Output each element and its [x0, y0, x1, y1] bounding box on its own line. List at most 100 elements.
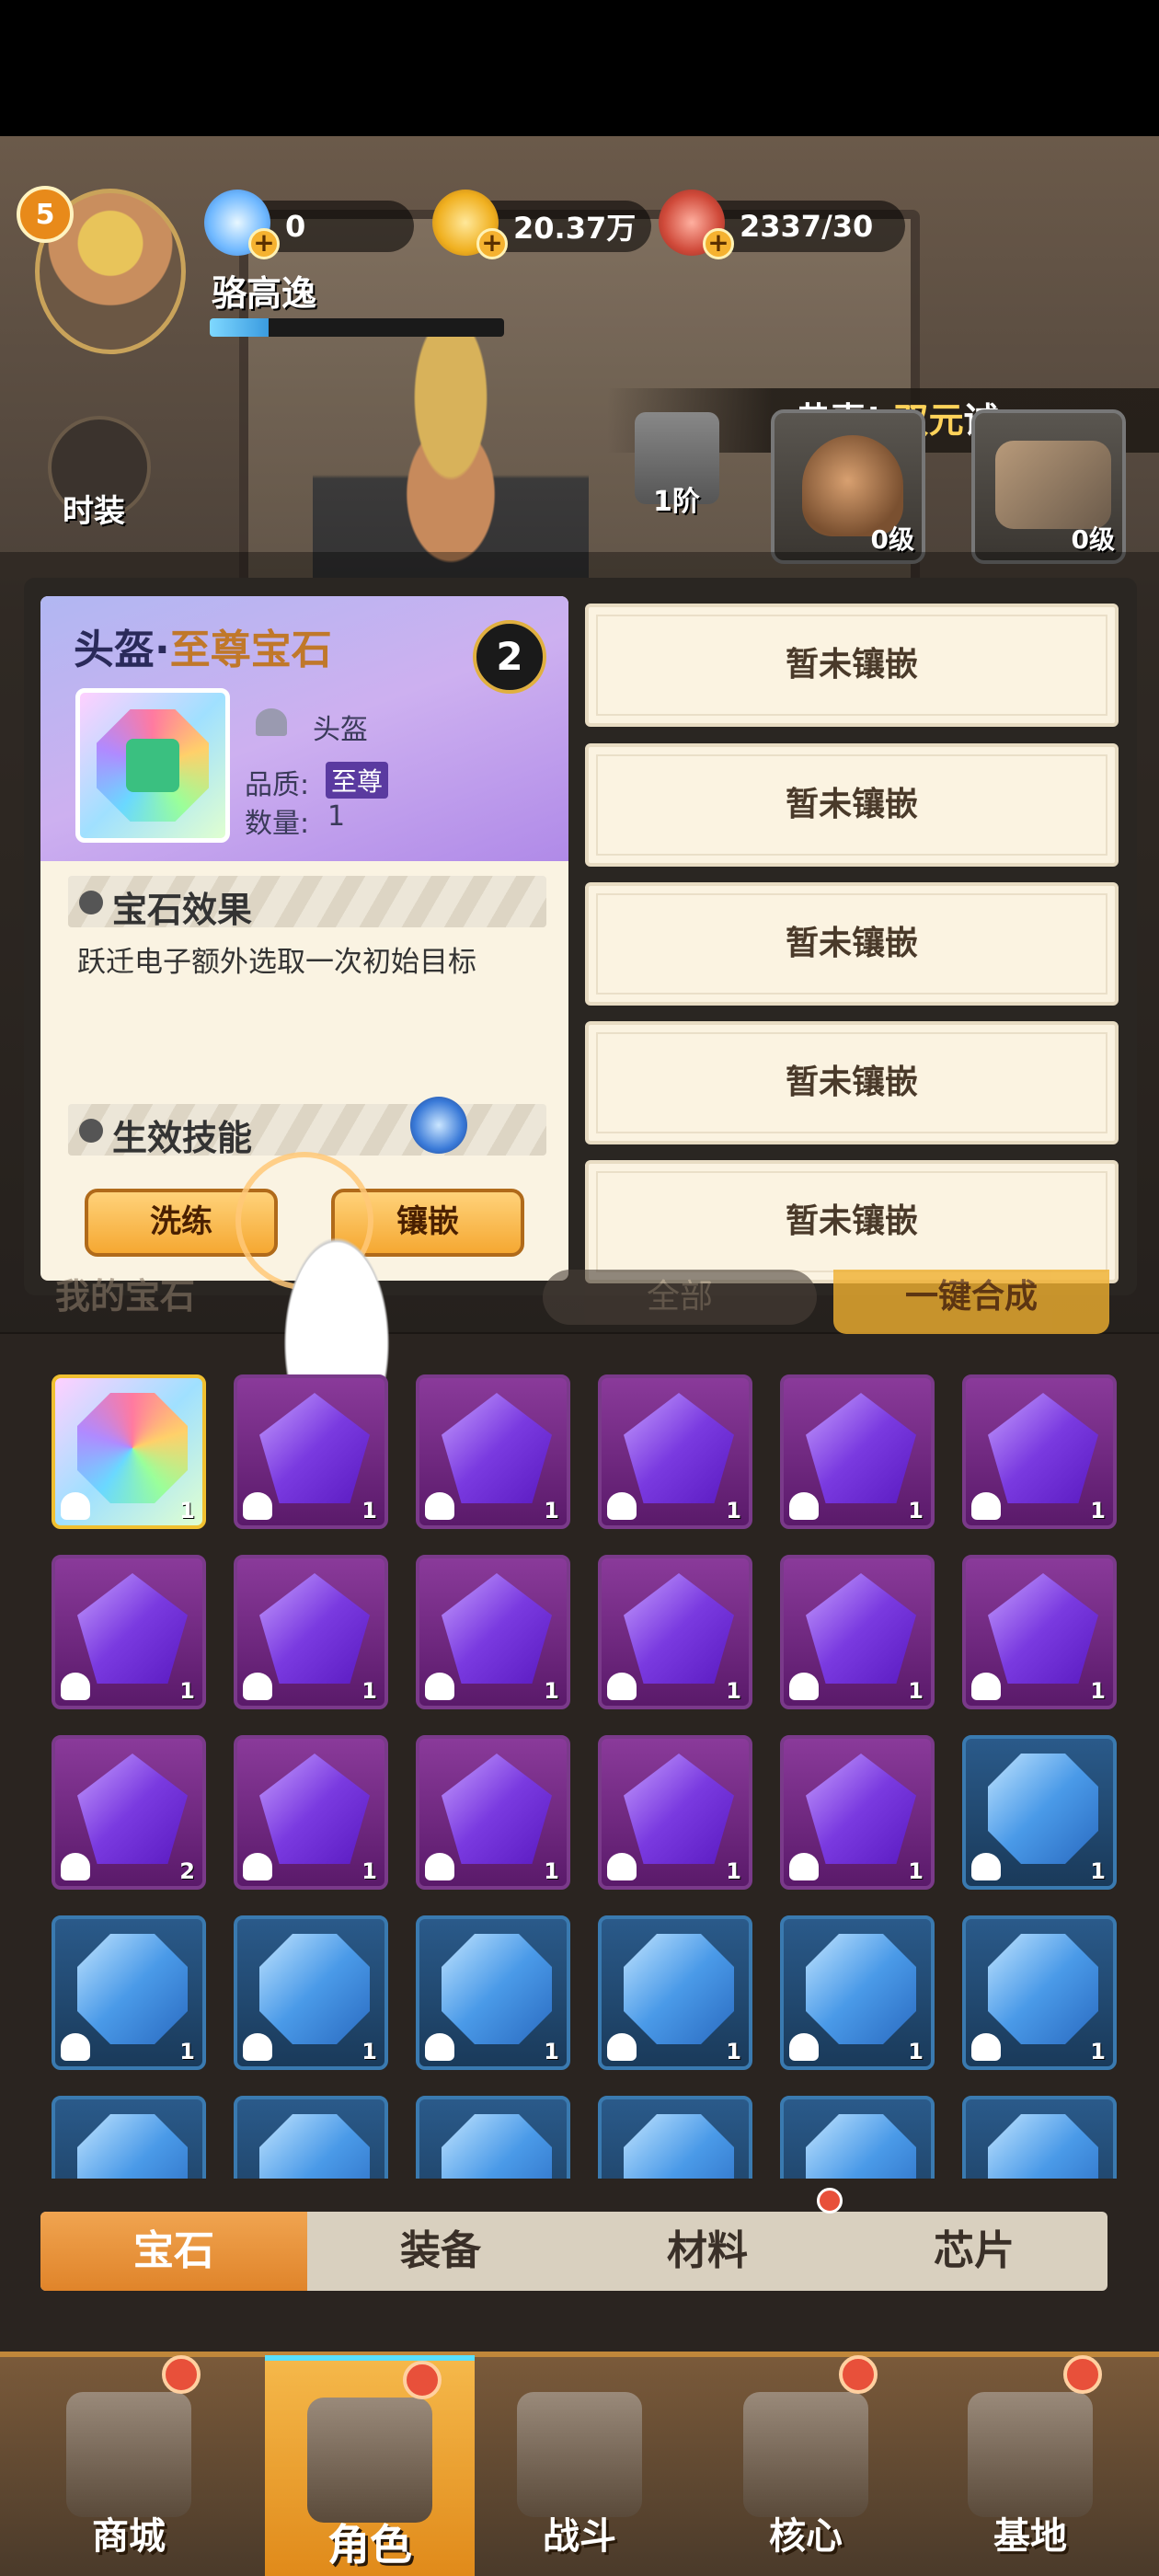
gem-cell[interactable]: 1 — [234, 1555, 388, 1709]
gem-count: 1 — [544, 1858, 559, 1884]
helmet-icon — [61, 1492, 90, 1520]
gem-cell[interactable]: 1 — [962, 1555, 1117, 1709]
bag-title: 我的宝石 — [55, 1276, 196, 1317]
helmet-icon — [243, 1492, 272, 1520]
gem-cell[interactable] — [234, 2096, 388, 2179]
gem-count: 1 — [908, 1678, 924, 1704]
gem-cell[interactable]: 1 — [52, 1374, 206, 1529]
gem-cell[interactable]: 1 — [962, 1915, 1117, 2070]
core-icon — [743, 2392, 868, 2517]
gem-cell[interactable]: 1 — [962, 1374, 1117, 1529]
purple-gem-icon — [806, 1573, 916, 1684]
gem-cell[interactable] — [416, 2096, 570, 2179]
gem-count: 1 — [726, 1858, 741, 1884]
gem-cell[interactable]: 1 — [780, 1735, 935, 1890]
notification-dot — [817, 2188, 843, 2214]
gem-cell[interactable]: 1 — [52, 1915, 206, 2070]
xp-bar-fill — [210, 318, 269, 337]
bullet-icon — [79, 1119, 103, 1143]
socket-slot[interactable]: 暂未镶嵌 — [585, 1021, 1119, 1144]
effect-heading: 宝石效果 — [112, 890, 253, 930]
gem-count: 1 — [1090, 1678, 1106, 1704]
helmet-icon — [607, 2033, 637, 2061]
purple-gem-icon — [442, 1754, 552, 1864]
one-key-merge-button[interactable]: 一键合成 — [833, 1270, 1109, 1334]
tab-chips[interactable]: 芯片 — [841, 2212, 1107, 2291]
xp-bar — [210, 318, 504, 337]
stamina-counter: + 2337/30 — [659, 190, 905, 259]
effect-description: 跃迁电子额外选取一次初始目标 — [77, 946, 476, 979]
gem-cell[interactable]: 1 — [234, 1374, 388, 1529]
gem-cell[interactable] — [598, 2096, 752, 2179]
bullet-icon — [79, 891, 103, 914]
gem-cell[interactable]: 2 — [52, 1735, 206, 1890]
gem-cell[interactable]: 1 — [52, 1555, 206, 1709]
gem-cell[interactable] — [52, 2096, 206, 2179]
gem-cell[interactable]: 1 — [234, 1915, 388, 2070]
gem-cell[interactable]: 1 — [416, 1735, 570, 1890]
nav-base[interactable]: 基地 — [925, 2355, 1135, 2576]
gem-cell[interactable]: 1 — [234, 1735, 388, 1890]
boots-icon — [995, 441, 1111, 529]
gem-cell[interactable]: 1 — [962, 1735, 1117, 1890]
skill-section-header: 生效技能 — [68, 1104, 546, 1158]
skill-heading: 生效技能 — [112, 1118, 253, 1158]
quantity-value: 1 — [327, 800, 346, 833]
gem-cell[interactable]: 1 — [416, 1374, 570, 1529]
nav-label: 基地 — [993, 2515, 1067, 2558]
socket-slot[interactable]: 暂未镶嵌 — [585, 882, 1119, 1006]
gem-cell[interactable]: 1 — [780, 1374, 935, 1529]
gem-cell[interactable]: 1 — [598, 1735, 752, 1890]
tab-materials[interactable]: 材料 — [574, 2212, 841, 2291]
nav-shop[interactable]: 商城 — [24, 2355, 234, 2576]
gem-count: 1 — [361, 1678, 377, 1704]
quality-value: 至尊 — [326, 762, 389, 799]
equip-slot-boots[interactable]: 0级 — [971, 409, 1126, 564]
lightning-skill-icon[interactable] — [410, 1097, 467, 1154]
blue-gem-icon — [806, 1934, 916, 2044]
nav-character[interactable]: 角色 — [265, 2355, 475, 2576]
gem-cell[interactable]: 1 — [780, 1915, 935, 2070]
socket-slot[interactable]: 暂未镶嵌 — [585, 743, 1119, 867]
gem-cell[interactable]: 1 — [780, 1555, 935, 1709]
socket-slot[interactable]: 暂未镶嵌 — [585, 604, 1119, 727]
gem-count: 1 — [1090, 1858, 1106, 1884]
gem-cell[interactable]: 1 — [598, 1555, 752, 1709]
blue-gem-icon — [77, 1934, 188, 2044]
gem-count: 1 — [544, 1678, 559, 1704]
weapon-icon — [789, 1673, 819, 1700]
gem-cell[interactable]: 1 — [598, 1374, 752, 1529]
nav-battle[interactable]: 战斗 — [475, 2355, 684, 2576]
helmet-icon — [971, 1853, 1001, 1880]
gem-count: 1 — [908, 1858, 924, 1884]
nav-label: 商城 — [92, 2515, 166, 2558]
gem-cell[interactable] — [780, 2096, 935, 2179]
crossed-guns-icon — [517, 2392, 642, 2517]
purple-gem-icon — [442, 1393, 552, 1503]
add-diamond-button[interactable]: + — [248, 228, 280, 259]
rainbow-gem-icon — [97, 709, 209, 822]
blue-gem-icon — [988, 1934, 1098, 2044]
armor-icon — [789, 1492, 819, 1520]
socket-slot[interactable]: 暂未镶嵌 — [585, 1160, 1119, 1283]
gem-count: 1 — [908, 1498, 924, 1524]
gem-cell[interactable]: 1 — [416, 1555, 570, 1709]
tab-gems[interactable]: 宝石 — [40, 2212, 307, 2291]
notification-dot — [839, 2355, 878, 2394]
equip-slot-helmet[interactable]: 0级 — [771, 409, 925, 564]
fashion-label: 时装 — [63, 493, 125, 530]
level-badge: 5 — [17, 186, 74, 243]
armor-icon — [61, 1673, 90, 1700]
filter-dropdown[interactable]: 全部 — [543, 1270, 817, 1325]
nav-core[interactable]: 核心 — [701, 2355, 911, 2576]
tab-equipment[interactable]: 装备 — [307, 2212, 574, 2291]
add-coin-button[interactable]: + — [476, 228, 508, 259]
gem-count: 2 — [179, 1858, 195, 1884]
blue-gem-icon — [77, 2114, 188, 2179]
gem-cell[interactable]: 1 — [416, 1915, 570, 2070]
gem-cell[interactable]: 1 — [598, 1915, 752, 2070]
gem-cell[interactable] — [962, 2096, 1117, 2179]
add-stamina-button[interactable]: + — [703, 228, 734, 259]
coin-value: 20.37万 — [513, 211, 637, 246]
pants-icon — [243, 1853, 272, 1880]
